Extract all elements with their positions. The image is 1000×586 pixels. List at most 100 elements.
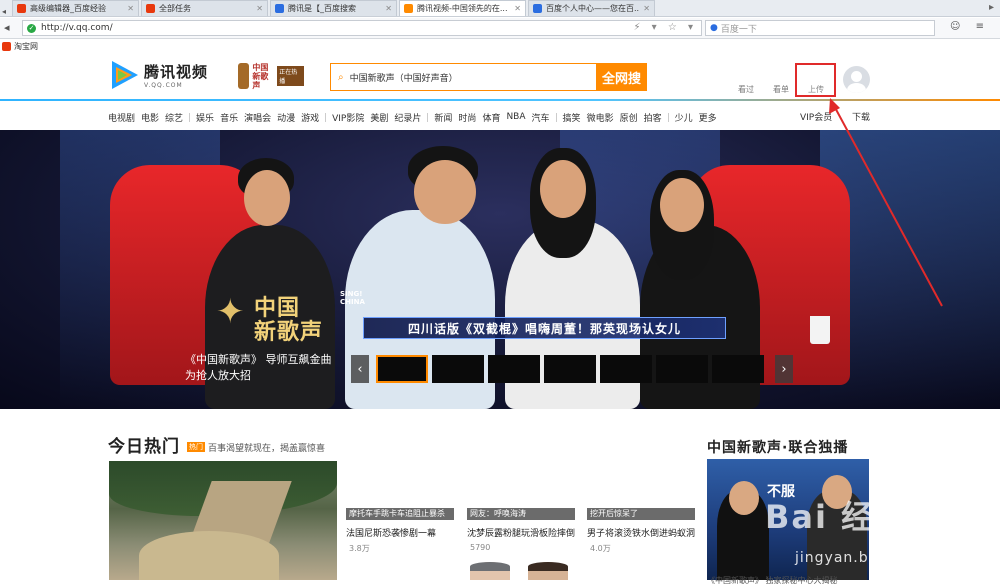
- avatar-head: [851, 71, 862, 82]
- thumbnail-face[interactable]: [470, 562, 510, 580]
- tab-scroll-left[interactable]: ◂: [0, 7, 12, 16]
- channel-item[interactable]: 搞笑: [563, 111, 581, 124]
- channel-item[interactable]: VIP影院: [332, 111, 364, 124]
- promo-line-2: 新歌声: [252, 71, 269, 90]
- channel-item[interactable]: 综艺: [165, 111, 183, 124]
- logo-subtitle: V.QQ.COM: [144, 82, 183, 89]
- promo-badge[interactable]: 中国 新歌声 正在热播: [238, 60, 304, 92]
- close-icon[interactable]: ✕: [514, 4, 521, 13]
- close-icon[interactable]: ✕: [256, 4, 263, 13]
- tab-3[interactable]: 腾讯是【_百度搜索 ✕: [270, 0, 397, 16]
- upload-link[interactable]: 上传: [808, 84, 824, 95]
- carousel-thumb[interactable]: [488, 355, 540, 383]
- back-icon[interactable]: ◂: [4, 21, 10, 34]
- close-icon[interactable]: ✕: [643, 4, 650, 13]
- card-title[interactable]: 男子将滚烫铁水倒进蚂蚁洞: [587, 526, 695, 539]
- video-card[interactable]: 摩托车手跳卡车追阻止暴杀 法国尼斯恐袭惨剧一幕 3.8万: [346, 508, 454, 554]
- channel-item[interactable]: 原创: [620, 111, 638, 124]
- channel-item[interactable]: 微电影: [587, 111, 614, 124]
- history-link[interactable]: 看过: [738, 84, 754, 95]
- tab-1[interactable]: 高级编辑器_百度经验 ✕: [12, 0, 139, 16]
- hero-title-line2[interactable]: 为抢人放大招: [185, 368, 345, 384]
- tab-5[interactable]: 百度个人中心——您在百... ✕: [528, 0, 655, 16]
- channel-item[interactable]: NBA: [506, 112, 525, 122]
- card-tag: 挖开后惊呆了: [587, 508, 695, 520]
- browser-search-input[interactable]: ● 百度一下: [705, 20, 935, 36]
- tab-label: 全部任务: [159, 4, 191, 13]
- carousel-thumb[interactable]: [656, 355, 708, 383]
- hero-caption[interactable]: 四川话版《双截棍》唱嗨周董！那英现场认女儿: [363, 317, 726, 339]
- thumb-dust: [139, 531, 279, 580]
- tab-label: 百度个人中心——您在百...: [546, 4, 641, 13]
- channel-item[interactable]: 拍客: [644, 111, 662, 124]
- bookmark-bar: 淘宝网: [0, 39, 1000, 53]
- carousel-thumb[interactable]: [544, 355, 596, 383]
- channel-item[interactable]: 体育: [482, 111, 500, 124]
- tab-4[interactable]: 腾讯视频-中国领先的在... ✕: [399, 0, 526, 16]
- channel-separator: [427, 112, 429, 122]
- site-search-input[interactable]: ⌕ 中国新歌声（中国好声音）: [330, 63, 596, 91]
- channel-item[interactable]: 动漫: [277, 111, 295, 124]
- channel-item[interactable]: 电影: [141, 111, 159, 124]
- channel-item[interactable]: 音乐: [220, 111, 238, 124]
- close-icon[interactable]: ✕: [385, 4, 392, 13]
- channel-item[interactable]: 纪录片: [394, 111, 421, 124]
- baidu-icon: [146, 4, 155, 13]
- channel-item[interactable]: 更多: [699, 111, 717, 124]
- star-icon: ✦: [216, 292, 245, 332]
- url-input[interactable]: ✓ http://v.qq.com/ ⚡ ▾ ☆ ▾: [22, 20, 702, 36]
- playlist-link[interactable]: 看单: [773, 84, 789, 95]
- landslide-thumbnail[interactable]: [109, 461, 337, 580]
- search-value: 中国新歌声（中国好声音）: [349, 73, 458, 84]
- channel-item[interactable]: 新闻: [434, 111, 452, 124]
- carousel-thumb-active[interactable]: [376, 355, 428, 383]
- carousel-prev-button[interactable]: ‹: [351, 355, 369, 383]
- show-logo-line2: 新歌声: [254, 320, 324, 345]
- hot-badge: 热门: [187, 442, 205, 452]
- promo-text[interactable]: 百事渴望就现在，揭盖赢惊喜: [208, 441, 325, 454]
- search-button[interactable]: 全网搜: [596, 63, 647, 91]
- tab-scroll-right-icon[interactable]: ▸: [989, 2, 994, 13]
- site-logo[interactable]: 腾讯视频 V.QQ.COM: [108, 58, 213, 92]
- channel-item[interactable]: 时尚: [458, 111, 476, 124]
- carousel-next-button[interactable]: ›: [775, 355, 793, 383]
- url-tools-icons[interactable]: ⚡ ▾ ☆ ▾: [633, 22, 697, 33]
- channel-item[interactable]: 娱乐: [196, 111, 214, 124]
- channel-separator: [325, 112, 327, 122]
- baidu-watermark-url: jingyan.baidu.com: [795, 550, 942, 566]
- thumbnail-face[interactable]: [528, 562, 568, 580]
- card-title[interactable]: 法国尼斯恐袭惨剧一幕: [346, 526, 454, 539]
- channel-item[interactable]: 美剧: [370, 111, 388, 124]
- performer-face: [414, 160, 476, 224]
- close-icon[interactable]: ✕: [127, 4, 134, 13]
- sidebar-caption[interactable]: 《中国新歌声》 独家探秘中心大揭秘: [707, 575, 838, 586]
- channel-item[interactable]: 汽车: [532, 111, 550, 124]
- channel-item[interactable]: 演唱会: [244, 111, 271, 124]
- carousel-thumb[interactable]: [600, 355, 652, 383]
- carousel-thumb[interactable]: [432, 355, 484, 383]
- video-card[interactable]: 挖开后惊呆了 男子将滚烫铁水倒进蚂蚁洞 4.0万: [587, 508, 695, 554]
- channel-item[interactable]: 少儿: [675, 111, 693, 124]
- browser-menu-icons[interactable]: ☺ ≡: [950, 21, 990, 32]
- channel-item[interactable]: 游戏: [301, 111, 319, 124]
- section-title: 今日热门: [108, 437, 180, 457]
- video-card[interactable]: 网友：呼唤海涛 沈梦辰露粉腿玩滑板险摔倒 5790: [467, 508, 575, 552]
- baidu-paw-icon: [275, 4, 284, 13]
- thumb-face: [729, 481, 759, 515]
- carousel-thumb[interactable]: [712, 355, 764, 383]
- tab-2[interactable]: 全部任务 ✕: [141, 0, 268, 16]
- url-text: http://v.qq.com/: [41, 23, 113, 33]
- tab-label: 高级编辑器_百度经验: [30, 4, 106, 13]
- tab-label: 腾讯视频-中国领先的在...: [417, 4, 508, 13]
- channel-nav: 电视剧 电影 综艺 娱乐 音乐 演唱会 动漫 游戏 VIP影院 美剧 纪录片 新…: [108, 110, 723, 124]
- play-count: 5790: [470, 543, 491, 552]
- channel-separator: [667, 112, 669, 122]
- hero-title-line1[interactable]: 《中国新歌声》 导师互飙金曲: [185, 352, 345, 368]
- baidu-paw-icon: [533, 4, 542, 13]
- channel-item[interactable]: 电视剧: [108, 111, 135, 124]
- show-logo: ✦ 中国 新歌声 SING! CHINA: [212, 286, 365, 346]
- avatar[interactable]: [843, 66, 870, 93]
- bookmark-taobao[interactable]: 淘宝网: [14, 41, 38, 52]
- channel-separator: [555, 112, 557, 122]
- card-title[interactable]: 沈梦辰露粉腿玩滑板险摔倒: [467, 526, 575, 539]
